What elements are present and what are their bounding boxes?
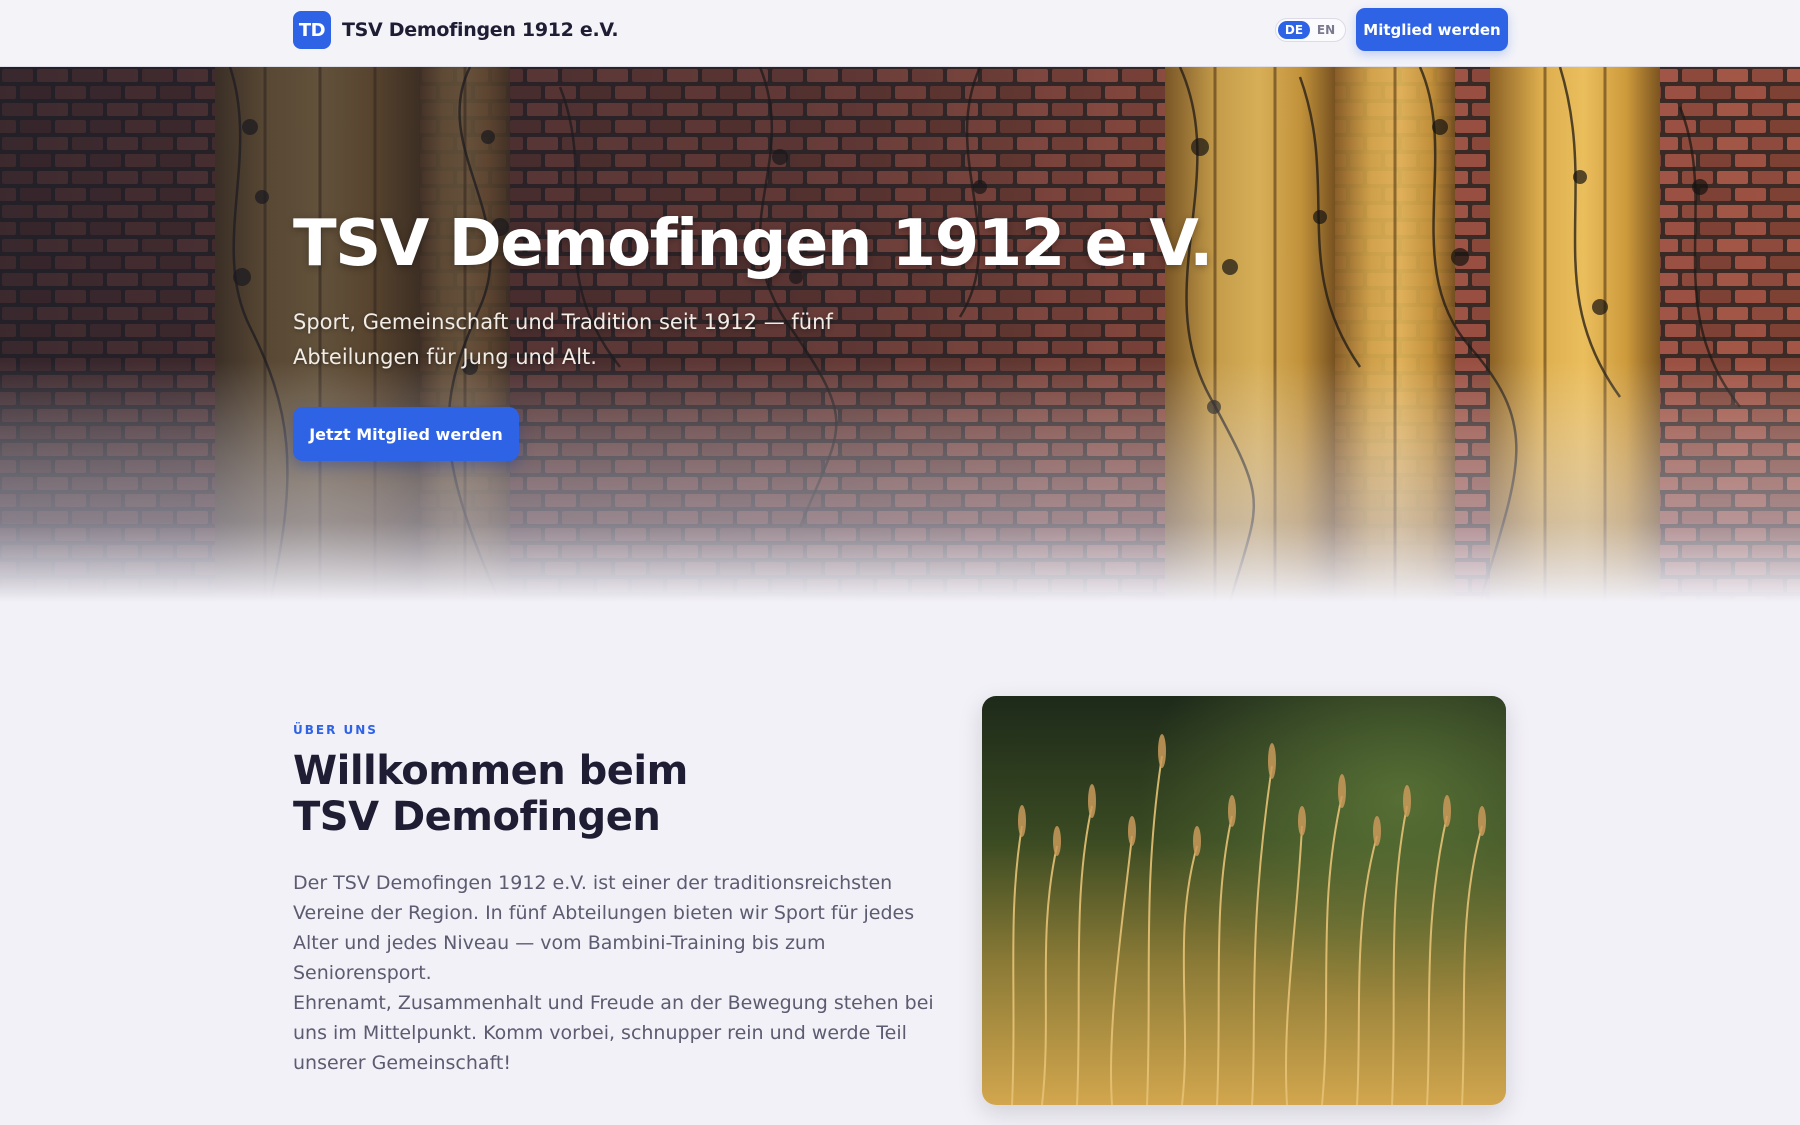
- language-switcher[interactable]: DE EN: [1275, 18, 1346, 42]
- about-title-line1: Willkommen beim: [293, 748, 688, 794]
- logo-badge[interactable]: TD: [293, 11, 331, 49]
- become-member-button[interactable]: Mitglied werden: [1356, 8, 1508, 51]
- about-title: Willkommen beim TSV Demofingen: [293, 748, 913, 840]
- language-option-en[interactable]: EN: [1310, 21, 1342, 39]
- language-option-de[interactable]: DE: [1278, 21, 1310, 39]
- join-now-button[interactable]: Jetzt Mitglied werden: [293, 407, 519, 461]
- about-title-line2: TSV Demofingen: [293, 794, 661, 840]
- site-header: TD TSV Demofingen 1912 e.V. DE EN Mitgli…: [0, 0, 1800, 67]
- about-image: [982, 696, 1506, 1105]
- grass-photo: [982, 696, 1506, 1105]
- brand-home-link[interactable]: TD TSV Demofingen 1912 e.V.: [293, 11, 619, 49]
- hero-section: TSV Demofingen 1912 e.V. Sport, Gemeinsc…: [0, 67, 1800, 602]
- brand-name[interactable]: TSV Demofingen 1912 e.V.: [342, 19, 619, 41]
- hero-subtitle: Sport, Gemeinschaft und Tradition seit 1…: [293, 310, 833, 369]
- hero-title: TSV Demofingen 1912 e.V.: [293, 207, 1213, 281]
- about-paragraph-2: Ehrenamt, Zusammenhalt und Freude an der…: [293, 992, 934, 1074]
- section-eyebrow: ÜBER UNS: [293, 723, 378, 737]
- about-paragraph-1: Der TSV Demofingen 1912 e.V. ist einer d…: [293, 872, 915, 984]
